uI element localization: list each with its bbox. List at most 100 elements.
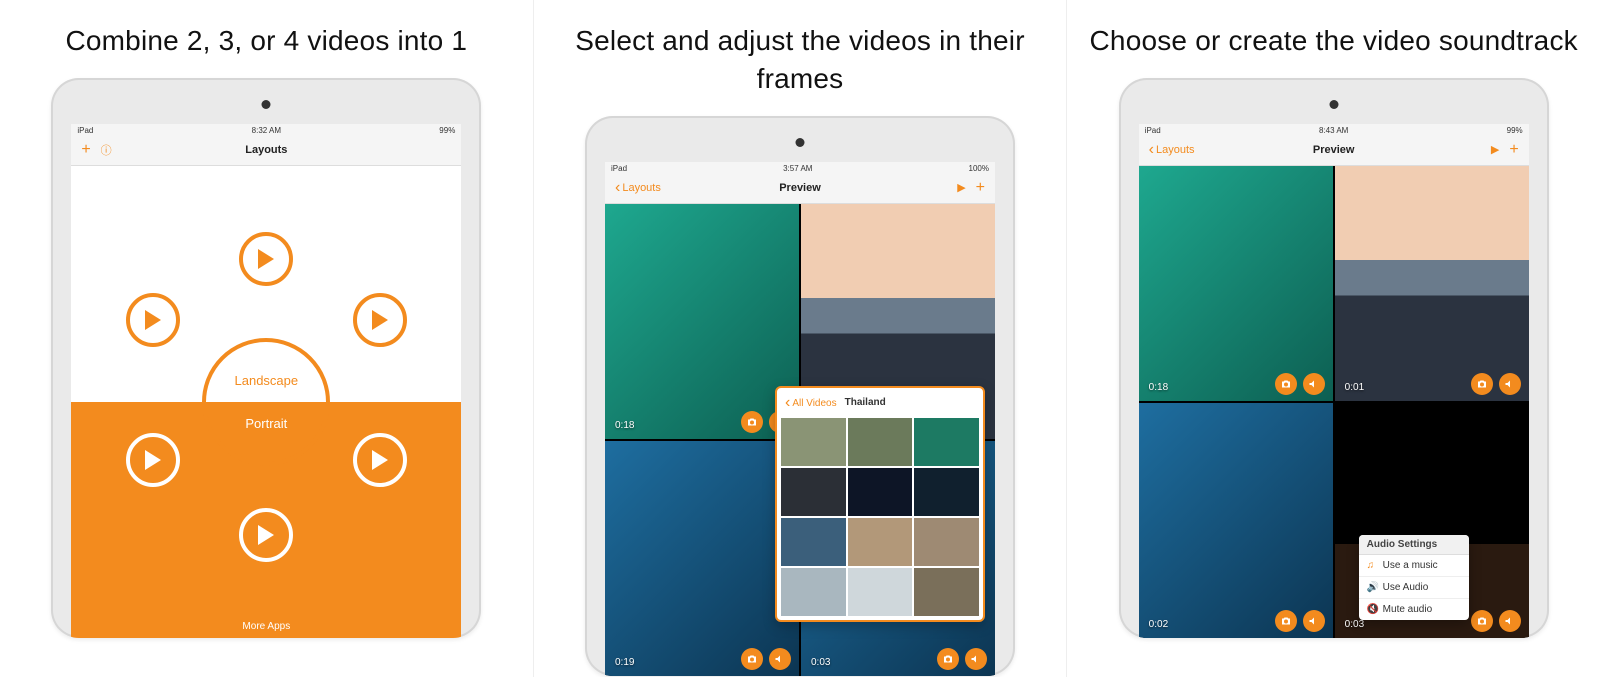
nav-title: Preview (1313, 144, 1355, 156)
caption-2: Select and adjust the videos in their fr… (534, 22, 1067, 98)
back-button[interactable]: Layouts (1149, 141, 1195, 159)
status-carrier: iPad (1145, 126, 1161, 135)
landscape-label: Landscape (235, 373, 299, 388)
mute-icon: 🔇 (1367, 604, 1377, 615)
album-thumb[interactable] (848, 418, 913, 466)
layout-option-5[interactable] (353, 433, 407, 487)
camera-icon[interactable] (1275, 373, 1297, 395)
timestamp: 0:18 (615, 420, 634, 431)
album-thumb[interactable] (781, 418, 846, 466)
audio-menu-item-use-audio[interactable]: 🔊 Use Audio (1359, 577, 1469, 599)
nav-bar: Layouts Preview ▶ + (1139, 137, 1529, 166)
orientation-toggle[interactable]: Landscape Portrait (202, 338, 330, 466)
album-thumb[interactable] (914, 568, 979, 616)
video-thumbnail (1139, 403, 1333, 638)
sound-icon[interactable] (1303, 610, 1325, 632)
camera-icon[interactable] (741, 648, 763, 670)
layout-option-2[interactable] (126, 293, 180, 347)
preview-grid: 0:18 0:19 (605, 204, 995, 676)
layout-option-1[interactable] (239, 232, 293, 286)
add-icon[interactable]: + (81, 141, 90, 159)
layout-option-3[interactable] (353, 293, 407, 347)
audio-menu-item-mute[interactable]: 🔇 Mute audio (1359, 599, 1469, 620)
album-thumb[interactable] (781, 518, 846, 566)
timestamp: 0:19 (615, 657, 634, 668)
album-thumb[interactable] (848, 518, 913, 566)
audio-settings-menu: Audio Settings ♫ Use a music 🔊 Use Audio… (1359, 535, 1469, 620)
screen: iPad 3:57 AM 100% Layouts Preview ▶ + (605, 162, 995, 676)
album-thumb[interactable] (914, 518, 979, 566)
status-carrier: iPad (611, 164, 627, 173)
speaker-icon: 🔊 (1367, 582, 1377, 593)
album-back-button[interactable]: All Videos (785, 394, 837, 412)
timestamp: 0:01 (1345, 382, 1364, 393)
add-icon[interactable]: + (1509, 141, 1518, 159)
timestamp: 0:03 (1345, 619, 1364, 630)
add-icon[interactable]: + (976, 179, 985, 197)
camera-icon[interactable] (1471, 373, 1493, 395)
info-icon[interactable]: ⓘ (101, 142, 112, 158)
timestamp: 0:18 (1149, 382, 1168, 393)
album-thumb[interactable] (781, 468, 846, 516)
layout-area: Landscape Portrait More Apps (71, 166, 461, 638)
play-icon[interactable]: ▶ (1491, 143, 1499, 156)
video-thumbnail (605, 441, 799, 676)
status-time: 3:57 AM (783, 164, 812, 173)
audio-menu-item-music[interactable]: ♫ Use a music (1359, 555, 1469, 577)
music-icon: ♫ (1367, 560, 1377, 571)
screen: iPad 8:43 AM 99% Layouts Preview ▶ + (1139, 124, 1529, 638)
audio-menu-label: Mute audio (1383, 604, 1432, 615)
camera-icon[interactable] (1275, 610, 1297, 632)
preview-grid: 0:18 0:01 (1139, 166, 1529, 638)
camera-icon[interactable] (937, 648, 959, 670)
camera-icon[interactable] (741, 411, 763, 433)
status-bar: iPad 8:43 AM 99% (1139, 124, 1529, 137)
sound-icon[interactable] (1499, 610, 1521, 632)
layout-option-6[interactable] (239, 508, 293, 562)
portrait-label: Portrait (245, 416, 287, 431)
video-thumbnail (1335, 166, 1529, 401)
audio-menu-label: Use Audio (1383, 582, 1429, 593)
album-thumb[interactable] (914, 468, 979, 516)
back-button[interactable]: Layouts (615, 179, 661, 197)
video-cell-1[interactable]: 0:18 (605, 204, 799, 439)
video-cell-1[interactable]: 0:18 (1139, 166, 1333, 401)
album-thumb[interactable] (848, 568, 913, 616)
status-battery: 100% (969, 164, 989, 173)
panel-soundtrack: Choose or create the video soundtrack iP… (1067, 0, 1600, 677)
sound-icon[interactable] (1303, 373, 1325, 395)
video-thumbnail (1139, 166, 1333, 401)
caption-1: Combine 2, 3, or 4 videos into 1 (65, 22, 467, 60)
more-apps-link[interactable]: More Apps (71, 621, 461, 632)
album-thumb[interactable] (848, 468, 913, 516)
layout-option-4[interactable] (126, 433, 180, 487)
status-carrier: iPad (77, 126, 93, 135)
status-battery: 99% (439, 126, 455, 135)
audio-menu-header: Audio Settings (1359, 535, 1469, 555)
video-cell-3[interactable]: 0:02 (1139, 403, 1333, 638)
nav-bar: + ⓘ Layouts (71, 137, 461, 166)
video-thumbnail (605, 204, 799, 439)
sound-icon[interactable] (769, 648, 791, 670)
album-name: Thailand (845, 397, 886, 408)
nav-title: Layouts (245, 144, 287, 156)
album-thumb[interactable] (914, 418, 979, 466)
caption-3: Choose or create the video soundtrack (1090, 22, 1578, 60)
sound-icon[interactable] (1499, 373, 1521, 395)
audio-menu-label: Use a music (1383, 560, 1438, 571)
ipad-device: iPad 8:32 AM 99% + ⓘ Layouts (51, 78, 481, 638)
nav-bar: Layouts Preview ▶ + (605, 175, 995, 204)
panel-combine: Combine 2, 3, or 4 videos into 1 iPad 8:… (0, 0, 534, 677)
album-thumb[interactable] (781, 568, 846, 616)
camera-icon[interactable] (1471, 610, 1493, 632)
status-battery: 99% (1507, 126, 1523, 135)
sound-icon[interactable] (965, 648, 987, 670)
timestamp: 0:03 (811, 657, 830, 668)
video-cell-3[interactable]: 0:19 (605, 441, 799, 676)
ipad-device: iPad 8:43 AM 99% Layouts Preview ▶ + (1119, 78, 1549, 638)
album-picker-popup: All Videos Thailand (775, 386, 985, 622)
video-cell-4[interactable]: 0:03 Audio Settings ♫ Use a music (1335, 403, 1529, 638)
play-icon[interactable]: ▶ (957, 181, 965, 194)
video-cell-2[interactable]: 0:01 (1335, 166, 1529, 401)
ipad-device: iPad 3:57 AM 100% Layouts Preview ▶ + (585, 116, 1015, 676)
